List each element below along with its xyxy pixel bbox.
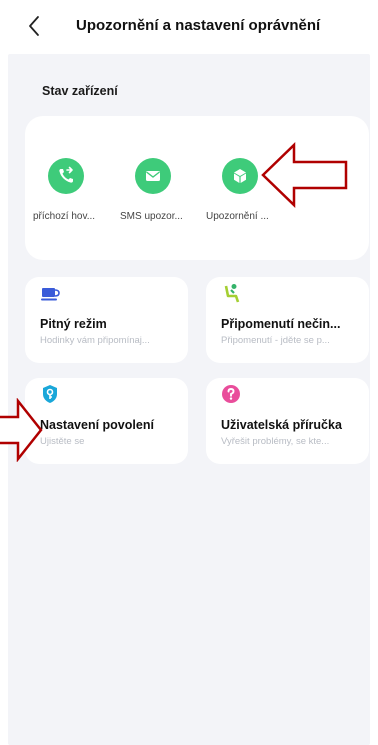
tile-name: Nastavení povolení xyxy=(40,418,154,432)
annotation-arrow-right-icon xyxy=(0,398,43,462)
tile-permission-settings[interactable]: Nastavení povolení Ujistěte se xyxy=(25,378,188,464)
question-icon xyxy=(222,385,240,403)
tile-name: Uživatelská příručka xyxy=(221,418,342,432)
status-label-incoming-call: příchozí hov... xyxy=(33,211,96,222)
tile-description: Hodinky vám připomínaj... xyxy=(40,335,150,346)
top-bar: Upozornění a nastavení oprávnění xyxy=(0,0,378,52)
tile-description: Ujistěte se xyxy=(40,436,85,447)
section-title-device-status: Stav zařízení xyxy=(42,84,118,98)
tile-drinking-mode[interactable]: Pitný režim Hodinky vám připomínaj... xyxy=(25,277,188,363)
tile-name: Připomenutí nečin... xyxy=(221,317,341,331)
chevron-left-icon xyxy=(29,16,39,36)
cube-icon xyxy=(222,158,258,194)
tile-description: Připomenutí - jděte se p... xyxy=(221,335,330,346)
tile-description: Vyřešit problémy, se kte... xyxy=(221,436,330,447)
tile-name: Pitný režim xyxy=(40,317,107,331)
status-label-sms: SMS upozor... xyxy=(120,211,183,222)
tile-user-guide[interactable]: Uživatelská příručka Vyřešit problémy, s… xyxy=(206,378,369,464)
cup-icon xyxy=(41,288,60,301)
annotation-arrow-left-icon xyxy=(261,142,348,208)
chair-person-icon xyxy=(224,284,240,303)
back-button[interactable] xyxy=(22,12,46,40)
phone-incoming-icon xyxy=(48,158,84,194)
message-icon xyxy=(135,158,171,194)
page-title: Upozornění a nastavení oprávnění xyxy=(76,17,321,34)
status-label-notifications: Upozornění ... xyxy=(206,211,269,222)
tile-inactivity-reminder[interactable]: Připomenutí nečin... Připomenutí - jděte… xyxy=(206,277,369,363)
